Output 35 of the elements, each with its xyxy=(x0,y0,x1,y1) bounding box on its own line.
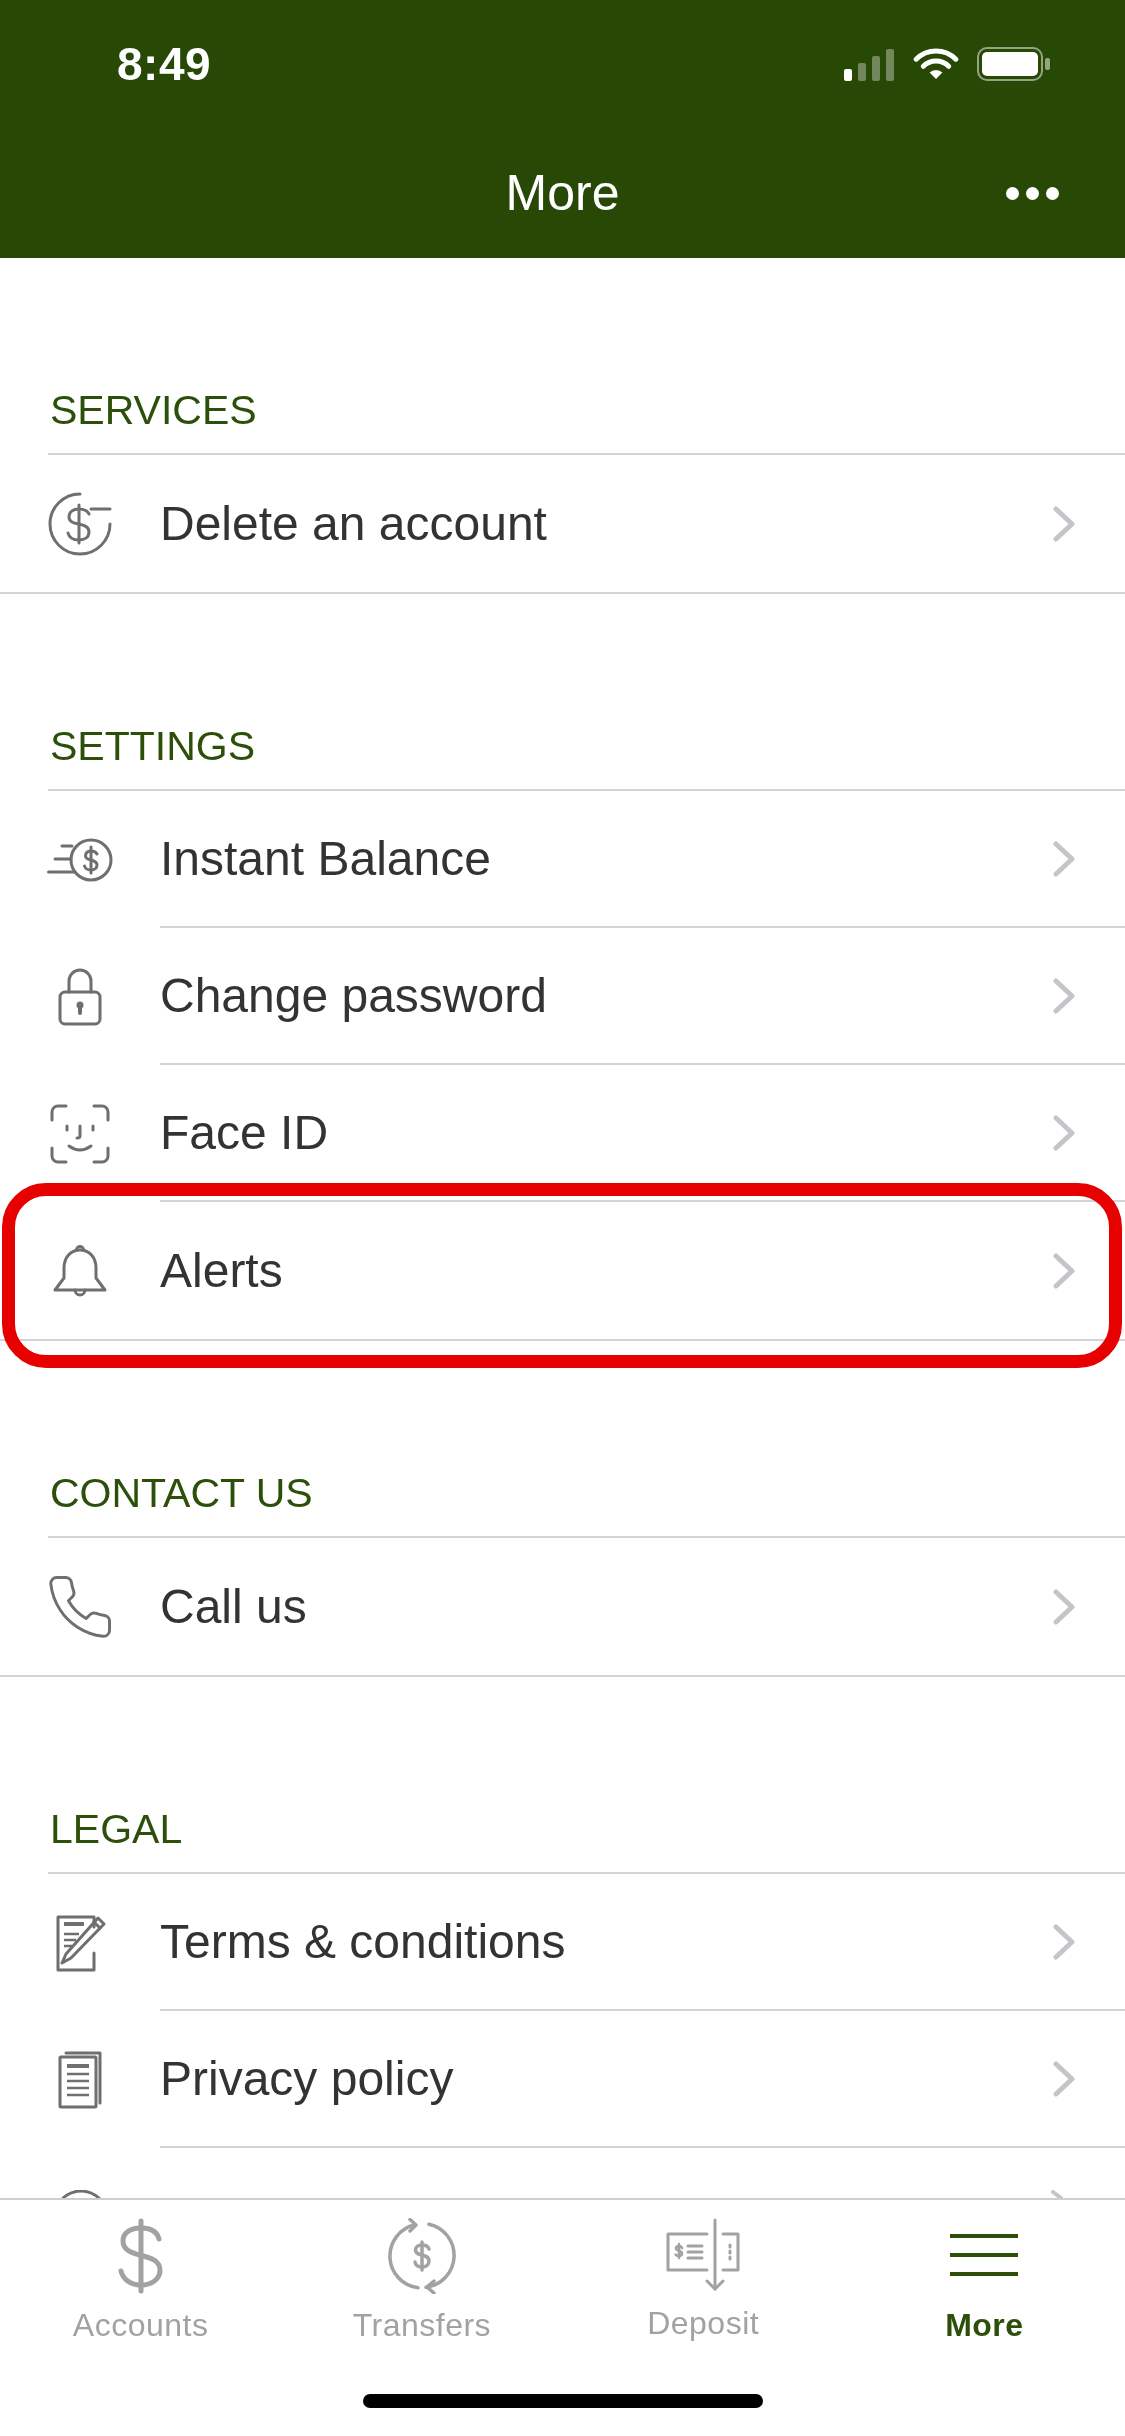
menu-item[interactable]: Instant Balance xyxy=(0,791,1125,928)
section-heading: LEGAL xyxy=(48,1677,1125,1874)
status-time: 8:49 xyxy=(117,37,212,91)
chevron-icon xyxy=(1053,2060,1075,2097)
menu-item[interactable]: Face ID xyxy=(0,1065,1125,1202)
section-heading: SETTINGS xyxy=(48,594,1125,791)
chevron-icon xyxy=(1053,840,1075,877)
section-heading: CONTACT US xyxy=(48,1341,1125,1538)
signal-icon xyxy=(844,47,895,81)
more-button[interactable] xyxy=(1006,186,1059,200)
chevron-icon xyxy=(1053,1923,1075,1960)
tab[interactable]: More xyxy=(939,2218,1030,2344)
wifi-icon xyxy=(913,47,959,81)
menu-item[interactable]: Privacy policy xyxy=(0,2011,1125,2148)
menu-item[interactable]: Terms & conditions xyxy=(0,1874,1125,2011)
chevron-icon xyxy=(1053,1588,1075,1625)
chevron-icon xyxy=(1053,1252,1075,1289)
phone-icon xyxy=(48,1575,112,1638)
check-deposit-icon xyxy=(665,2218,742,2292)
document-icon xyxy=(58,2050,102,2109)
chevron-icon xyxy=(1053,977,1075,1014)
screen-title: More xyxy=(505,164,620,223)
chevron-icon xyxy=(1053,1114,1075,1151)
lock-icon xyxy=(58,967,102,1026)
section-heading: SERVICES xyxy=(48,258,1125,455)
dollar-minus-icon xyxy=(48,491,112,556)
menu-item[interactable]: Call us xyxy=(0,1538,1125,1675)
menu-item[interactable]: Change password xyxy=(0,928,1125,1065)
chevron-icon xyxy=(1053,505,1075,542)
dollar-coin-icon xyxy=(47,836,113,883)
menu-item[interactable]: Alerts xyxy=(0,1202,1125,1339)
more-icon xyxy=(1006,186,1059,200)
face-scan-icon xyxy=(50,1103,110,1164)
battery-icon xyxy=(977,47,1051,81)
menu-item[interactable]: Delete an account xyxy=(0,455,1125,592)
